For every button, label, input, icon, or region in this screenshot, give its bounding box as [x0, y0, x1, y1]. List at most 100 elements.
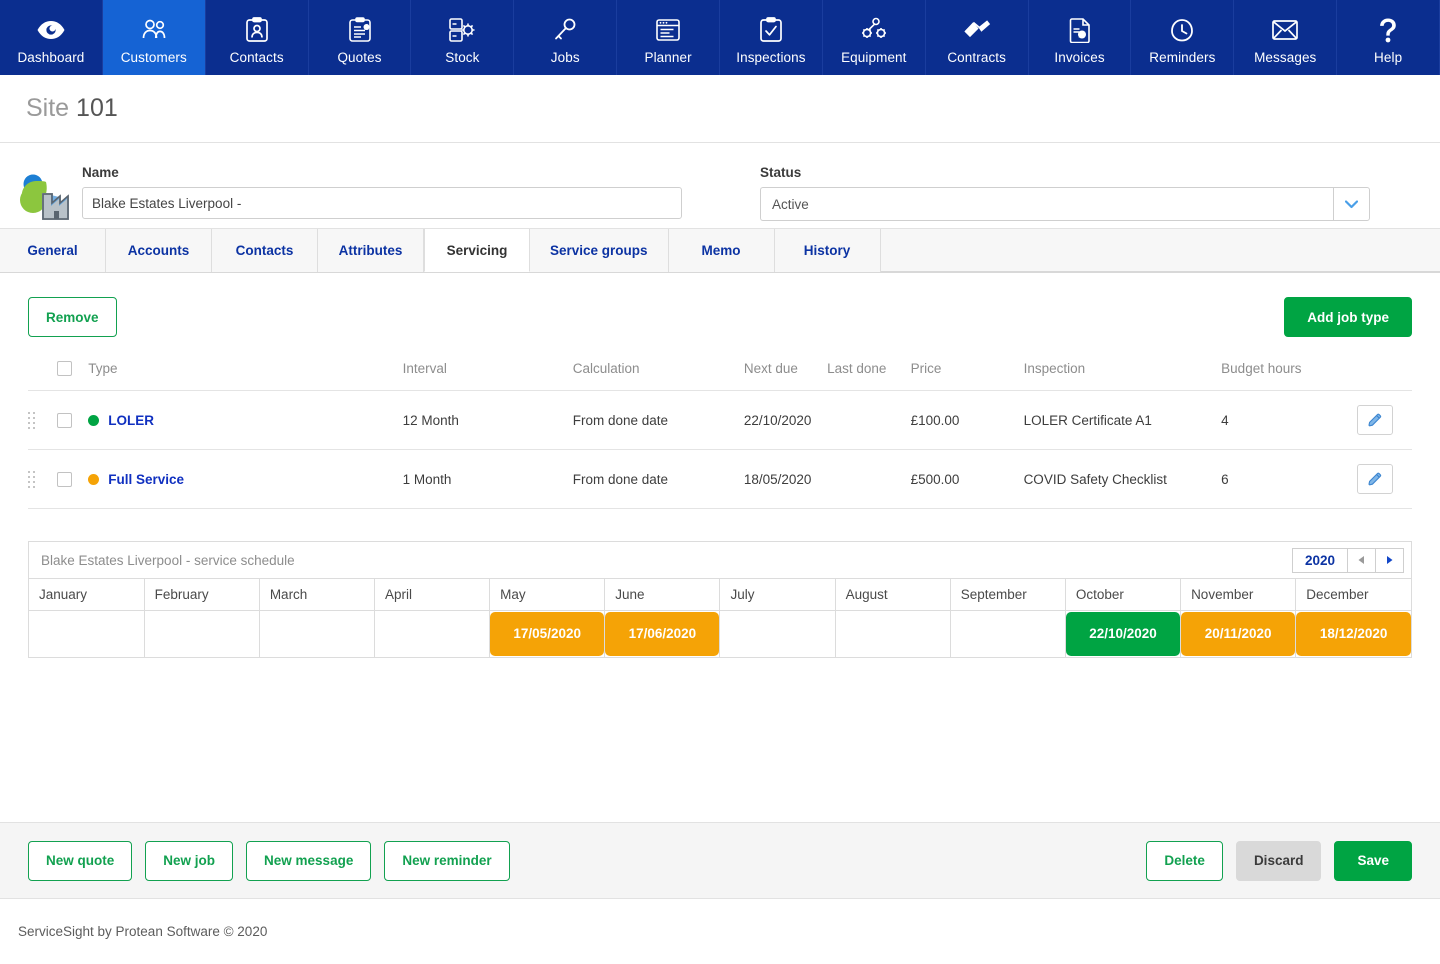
nav-item-inspections[interactable]: Inspections [720, 0, 823, 75]
main-navigation: Dashboard Customers Contacts 1 Quotes Stock Jo… [0, 0, 1440, 75]
servicing-toolbar: Remove Add job type [28, 273, 1412, 355]
nav-item-contacts[interactable]: Contacts [206, 0, 309, 75]
table-row: LOLER12 MonthFrom done date22/10/2020£10… [28, 391, 1412, 450]
nav-item-contracts[interactable]: Contracts [926, 0, 1029, 75]
tab-label: Servicing [447, 243, 508, 258]
tab-filler [881, 229, 1440, 272]
calendar-month-header: January [29, 579, 144, 611]
remove-button[interactable]: Remove [28, 297, 117, 337]
nav-item-planner[interactable]: Planner [617, 0, 720, 75]
status-dot [88, 415, 99, 426]
new-reminder-button[interactable]: New reminder [384, 841, 509, 881]
nav-item-label: Dashboard [17, 50, 84, 65]
save-button[interactable]: Save [1334, 841, 1412, 881]
table-row: Full Service1 MonthFrom done date18/05/2… [28, 450, 1412, 509]
calendar-month-header: December [1296, 579, 1411, 611]
handshake-icon [963, 15, 991, 45]
tab-accounts[interactable]: Accounts [106, 229, 212, 272]
year-navigator: 2020 [1292, 548, 1404, 573]
row-budget-hours: 4 [1221, 391, 1357, 450]
tab-service-groups[interactable]: Service groups [530, 229, 669, 272]
nav-item-help[interactable]: Help [1337, 0, 1440, 75]
tab-general[interactable]: General [0, 229, 106, 272]
row-last-done [827, 391, 910, 450]
status-dot [88, 474, 99, 485]
service-date-pill[interactable]: 18/12/2020 [1296, 612, 1411, 656]
table-header-row: Type Interval Calculation Next due Last … [28, 355, 1412, 391]
name-input[interactable] [82, 187, 682, 219]
nav-item-label: Inspections [736, 50, 805, 65]
new-job-button[interactable]: New job [145, 841, 233, 881]
nav-item-jobs[interactable]: Jobs [514, 0, 617, 75]
tab-label: Accounts [128, 243, 190, 258]
row-price: £500.00 [911, 450, 1024, 509]
nav-item-label: Customers [121, 50, 187, 65]
service-date-pill[interactable]: 17/06/2020 [605, 612, 719, 656]
svg-text:1: 1 [365, 25, 368, 31]
header-type: Type [88, 355, 402, 391]
nav-item-equipment[interactable]: Equipment [823, 0, 926, 75]
calendar-month-cell: 20/11/2020 [1181, 611, 1296, 657]
service-date-pill[interactable]: 20/11/2020 [1181, 612, 1295, 656]
clock-icon [1169, 15, 1195, 45]
add-job-type-button[interactable]: Add job type [1284, 297, 1412, 337]
status-select[interactable]: Active [760, 187, 1370, 221]
tab-attributes[interactable]: Attributes [318, 229, 424, 272]
new-quote-button[interactable]: New quote [28, 841, 132, 881]
row-drag-cell [28, 450, 57, 509]
calendar-month-header: September [950, 579, 1065, 611]
service-date-pill[interactable]: 22/10/2020 [1066, 612, 1180, 656]
nav-item-dashboard[interactable]: Dashboard [0, 0, 103, 75]
service-date-pill[interactable]: 17/05/2020 [490, 612, 604, 656]
drag-handle[interactable] [28, 471, 57, 488]
triangle-left-icon[interactable] [1348, 548, 1376, 573]
equipment-nodes-icon [861, 15, 887, 45]
nav-item-stock[interactable]: Stock [411, 0, 514, 75]
drag-handle[interactable] [28, 412, 57, 429]
row-checkbox[interactable] [57, 413, 72, 428]
edit-pencil-icon[interactable] [1357, 405, 1393, 435]
calendar-month-header: July [720, 579, 835, 611]
tab-label: General [27, 243, 77, 258]
quote-clipboard-icon: 1 [348, 15, 372, 45]
chevron-down-icon[interactable] [1333, 187, 1370, 221]
calendar-month-cell: 17/06/2020 [605, 611, 720, 657]
nav-item-label: Quotes [337, 50, 381, 65]
new-message-button[interactable]: New message [246, 841, 371, 881]
site-factory-logo [16, 165, 82, 228]
nav-item-quotes[interactable]: 1 Quotes [309, 0, 412, 75]
edit-pencil-icon[interactable] [1357, 464, 1393, 494]
triangle-right-icon[interactable] [1376, 548, 1404, 573]
nav-item-label: Stock [445, 50, 479, 65]
row-price: £100.00 [911, 391, 1024, 450]
job-type-link[interactable]: Full Service [108, 472, 184, 487]
tab-history[interactable]: History [775, 229, 881, 272]
page-title: Site 101 [26, 94, 118, 123]
discard-button[interactable]: Discard [1236, 841, 1322, 881]
job-type-link[interactable]: LOLER [108, 413, 154, 428]
schedule-year: 2020 [1292, 548, 1348, 573]
nav-item-customers[interactable]: Customers [103, 0, 206, 75]
schedule-title: Blake Estates Liverpool - service schedu… [41, 553, 295, 568]
tab-memo[interactable]: Memo [669, 229, 775, 272]
nav-item-invoices[interactable]: £Invoices [1029, 0, 1132, 75]
row-calculation: From done date [573, 450, 744, 509]
save-actions: Delete Discard Save [1146, 841, 1412, 881]
select-all-checkbox[interactable] [57, 361, 72, 376]
row-checkbox[interactable] [57, 472, 72, 487]
delete-button[interactable]: Delete [1146, 841, 1223, 881]
nav-item-reminders[interactable]: Reminders [1131, 0, 1234, 75]
page-title-prefix: Site [26, 94, 69, 122]
nav-item-label: Messages [1254, 50, 1316, 65]
nav-item-messages[interactable]: Messages [1234, 0, 1337, 75]
calendar-month-header: June [605, 579, 720, 611]
copyright-text: ServiceSight by Protean Software © 2020 [0, 899, 1440, 964]
planner-window-icon [655, 15, 681, 45]
nav-item-label: Help [1374, 50, 1402, 65]
tab-contacts[interactable]: Contacts [212, 229, 318, 272]
status-label: Status [760, 165, 1370, 180]
app-root: Dashboard Customers Contacts 1 Quotes Stock Jo… [0, 0, 1440, 964]
tab-servicing[interactable]: Servicing [424, 229, 530, 272]
row-interval: 12 Month [403, 391, 573, 450]
calendar-month-header: May [490, 579, 605, 611]
